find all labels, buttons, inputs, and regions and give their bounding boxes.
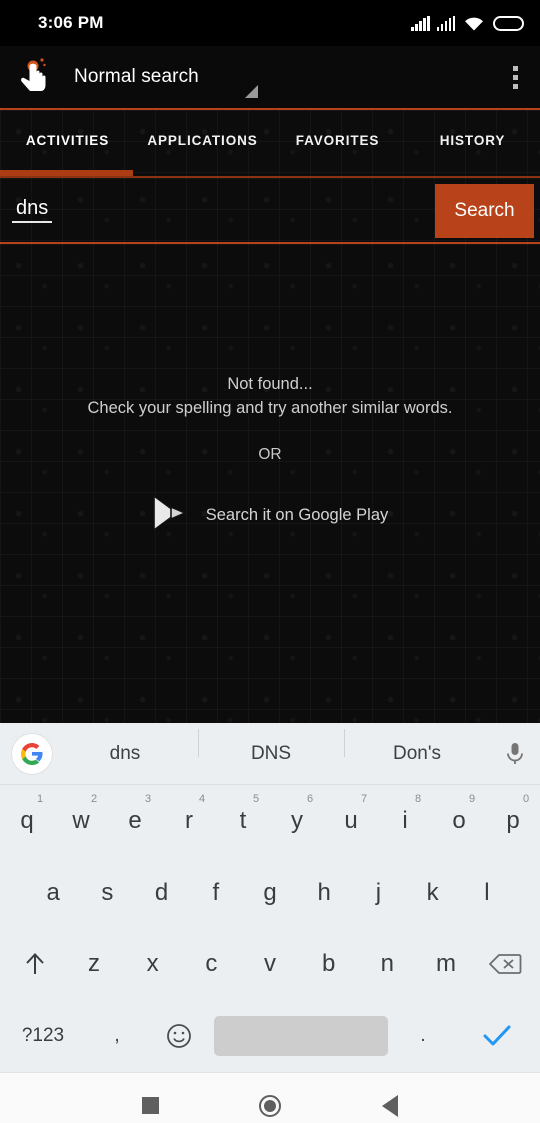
keyboard-row-2: a s d f g h j k l	[0, 857, 540, 929]
key-n[interactable]: n	[358, 929, 417, 1001]
key-v[interactable]: v	[241, 929, 300, 1001]
key-number: 5	[252, 793, 260, 805]
key-q[interactable]: q1	[0, 785, 54, 857]
empty-state: Not found... Check your spelling and try…	[0, 372, 540, 537]
suggestion-strip: dns DNS Don's	[0, 723, 540, 785]
key-space[interactable]	[214, 1016, 388, 1057]
back-triangle-icon[interactable]	[330, 1094, 450, 1117]
key-f[interactable]: f	[189, 857, 243, 929]
search-input[interactable]: dns	[12, 198, 53, 223]
key-h[interactable]: h	[297, 857, 351, 929]
key-j[interactable]: j	[351, 857, 405, 929]
key-label: t	[239, 806, 247, 834]
key-label: y	[291, 806, 303, 834]
key-o[interactable]: o9	[432, 785, 486, 857]
google-play-label: Search it on Google Play	[205, 506, 389, 524]
key-label: i	[402, 806, 408, 834]
key-number: 0	[522, 793, 530, 805]
dropdown-triangle-icon[interactable]	[245, 85, 258, 98]
results-area: Not found... Check your spelling and try…	[0, 244, 540, 723]
wifi-icon	[464, 16, 484, 31]
key-w[interactable]: w2	[54, 785, 108, 857]
key-comma[interactable]: ,	[86, 1025, 148, 1047]
key-u[interactable]: u7	[324, 785, 378, 857]
key-label: o	[452, 806, 466, 834]
google-logo-icon[interactable]	[12, 733, 52, 774]
battery-icon	[493, 15, 524, 31]
status-icons	[411, 15, 524, 31]
key-label: w	[72, 806, 90, 834]
key-number: 3	[144, 793, 152, 805]
key-label: p	[506, 806, 520, 834]
key-b[interactable]: b	[299, 929, 358, 1001]
search-button[interactable]: Search	[435, 184, 534, 238]
suggestion-item-2[interactable]: DNS	[198, 728, 344, 765]
key-i[interactable]: i8	[378, 785, 432, 857]
key-a[interactable]: a	[26, 857, 80, 929]
key-number: 9	[468, 793, 476, 805]
key-z[interactable]: z	[65, 929, 124, 1001]
suggestion-item-3[interactable]: Don's	[344, 728, 490, 765]
tab-history[interactable]: HISTORY	[405, 133, 540, 148]
backspace-icon[interactable]	[475, 929, 534, 1001]
key-period[interactable]: .	[392, 1025, 454, 1047]
key-p[interactable]: p0	[486, 785, 540, 857]
page-title: Normal search	[74, 66, 199, 87]
key-symbols[interactable]: ?123	[0, 1025, 86, 1047]
microphone-icon[interactable]	[490, 741, 540, 767]
signal-icon	[411, 15, 430, 31]
key-number: 7	[360, 793, 368, 805]
home-circle-icon[interactable]	[210, 1094, 330, 1117]
key-e[interactable]: e3	[108, 785, 162, 857]
phone-screen: 3:06 PM Normal search ACTIVITIES APPLICA…	[0, 0, 540, 1123]
key-k[interactable]: k	[406, 857, 460, 929]
enter-check-icon[interactable]	[454, 1023, 540, 1049]
tab-bar: ACTIVITIES APPLICATIONS FAVORITES HISTOR…	[0, 108, 540, 178]
keyboard-row-1: q1 w2 e3 r4 t5 y6 u7 i8 o9 p0	[0, 785, 540, 857]
search-bar: dns Search	[0, 178, 540, 244]
empty-subtitle: Check your spelling and try another simi…	[87, 399, 453, 417]
navigation-bar	[0, 1072, 540, 1123]
tab-activities[interactable]: ACTIVITIES	[0, 133, 135, 148]
key-m[interactable]: m	[417, 929, 476, 1001]
google-play-link[interactable]: Search it on Google Play	[0, 494, 540, 537]
key-g[interactable]: g	[243, 857, 297, 929]
shift-arrow-icon[interactable]	[6, 929, 65, 1001]
tab-applications[interactable]: APPLICATIONS	[135, 133, 270, 148]
key-label: u	[344, 806, 358, 834]
key-c[interactable]: c	[182, 929, 241, 1001]
status-time: 3:06 PM	[38, 13, 104, 32]
keyboard-row-3: z x c v b n m	[0, 929, 540, 1001]
tap-hand-icon[interactable]	[14, 57, 56, 97]
empty-title: Not found...	[227, 375, 313, 393]
app-bar: Normal search	[0, 46, 540, 108]
signal-icon-2	[436, 15, 455, 31]
key-y[interactable]: y6	[270, 785, 324, 857]
key-number: 2	[90, 793, 98, 805]
emoji-smiley-icon[interactable]	[148, 1023, 210, 1049]
key-d[interactable]: d	[134, 857, 188, 929]
key-number: 4	[198, 793, 206, 805]
suggestion-item-1[interactable]: dns	[52, 743, 198, 765]
key-number: 1	[36, 793, 44, 805]
key-x[interactable]: x	[123, 929, 182, 1001]
tab-favorites[interactable]: FAVORITES	[270, 133, 405, 148]
overflow-menu-icon[interactable]	[505, 60, 526, 95]
key-t[interactable]: t5	[216, 785, 270, 857]
keyboard: dns DNS Don's q1 w2 e3 r4 t5 y6 u7 i8 o9	[0, 723, 540, 1072]
recents-square-icon[interactable]	[90, 1097, 210, 1114]
key-label: q	[20, 806, 34, 834]
suggestion-list: dns DNS Don's	[52, 728, 490, 765]
key-l[interactable]: l	[460, 857, 514, 929]
key-label: e	[128, 806, 142, 834]
key-number: 6	[306, 793, 314, 805]
key-r[interactable]: r4	[162, 785, 216, 857]
status-bar: 3:06 PM	[0, 0, 540, 46]
key-label: r	[185, 806, 193, 834]
keyboard-row-4: ?123 , .	[0, 1000, 540, 1072]
key-number: 8	[414, 793, 422, 805]
key-s[interactable]: s	[80, 857, 134, 929]
google-play-icon	[152, 494, 188, 537]
empty-divider-label: OR	[258, 446, 282, 463]
